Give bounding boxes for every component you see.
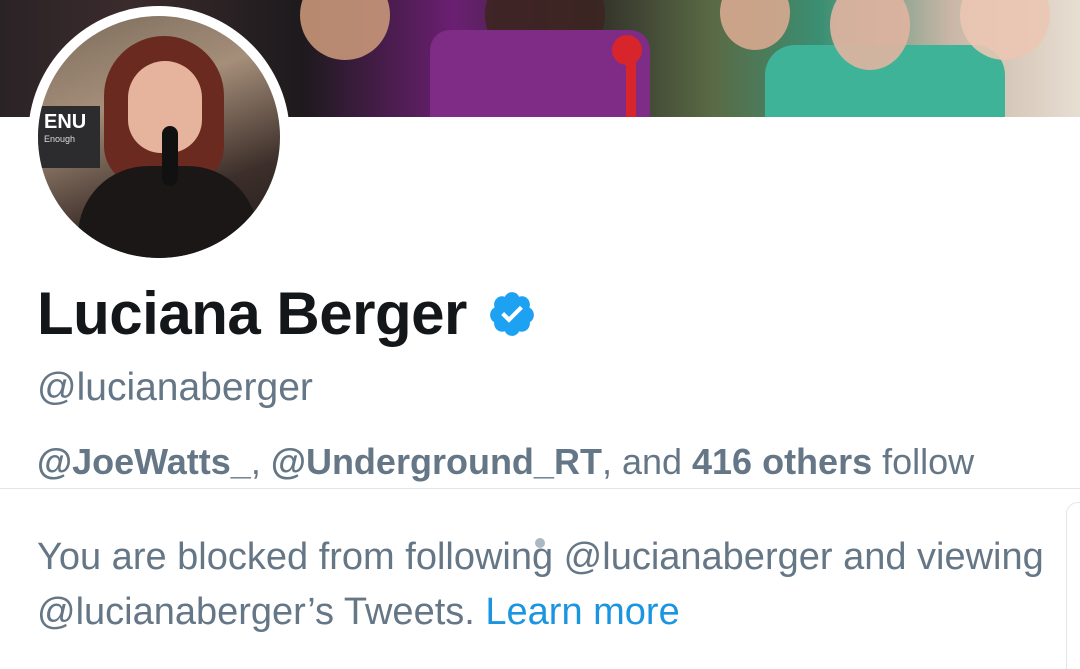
profile-screen: ENU Enough Luciana Berger @lucianaberger…: [0, 0, 1080, 669]
avatar-sign-text: ENU: [44, 111, 87, 133]
followed-by-separator: , and: [601, 441, 693, 482]
follower-link[interactable]: @JoeWatts_: [37, 441, 251, 482]
followed-by-suffix: follow: [872, 441, 975, 482]
followed-by-separator: ,: [250, 441, 271, 482]
profile-avatar-frame[interactable]: ENU Enough: [28, 6, 290, 268]
scroll-edge: [1066, 502, 1080, 669]
avatar-sign-subtext: Enough: [44, 134, 76, 144]
profile-avatar[interactable]: ENU Enough: [38, 16, 280, 258]
learn-more-link[interactable]: Learn more: [485, 591, 679, 633]
followers-others-link[interactable]: 416 others: [692, 441, 872, 482]
banner-rosette-ribbon: [626, 60, 636, 117]
verified-badge-icon: [487, 289, 537, 339]
touch-indicator-dot: [535, 538, 545, 548]
follower-link[interactable]: @Underground_RT: [271, 441, 602, 482]
profile-name-row: Luciana Berger: [37, 280, 537, 348]
microphone: [162, 126, 178, 186]
profile-handle: @lucianaberger: [37, 366, 313, 409]
followed-by-summary[interactable]: @JoeWatts_, @Underground_RT, and 416 oth…: [37, 444, 1037, 480]
section-divider: [0, 488, 1080, 489]
banner-person: [300, 0, 390, 60]
banner-person: [720, 0, 790, 50]
display-name: Luciana Berger: [37, 280, 467, 347]
